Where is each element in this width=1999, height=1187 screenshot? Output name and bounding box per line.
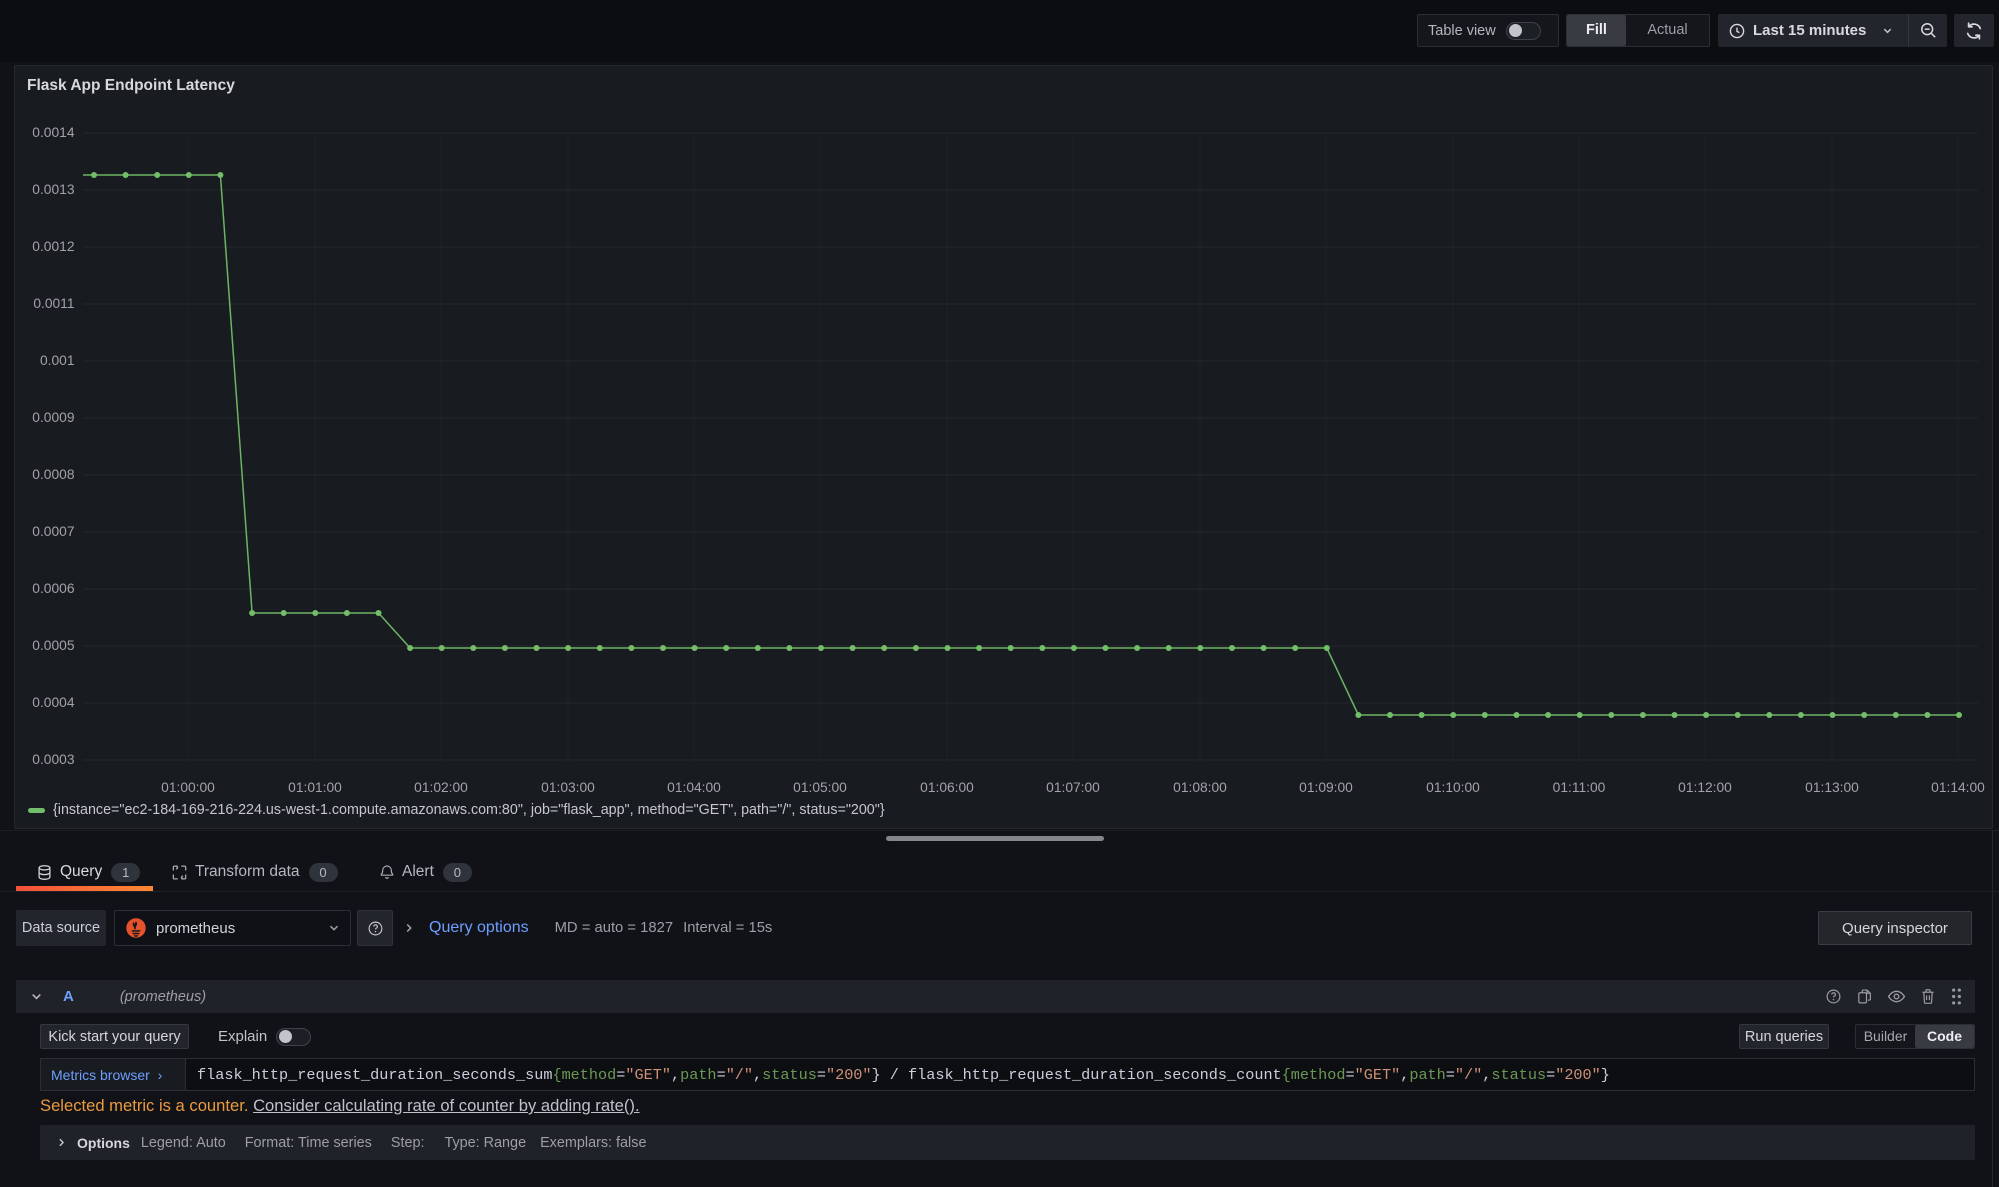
svg-text:0.0007: 0.0007 bbox=[32, 524, 74, 539]
svg-text:01:01:00: 01:01:00 bbox=[288, 780, 342, 795]
svg-text:0.0012: 0.0012 bbox=[32, 239, 74, 254]
svg-text:01:07:00: 01:07:00 bbox=[1046, 780, 1100, 795]
svg-text:0.0013: 0.0013 bbox=[32, 182, 75, 197]
svg-text:01:11:00: 01:11:00 bbox=[1553, 780, 1606, 795]
svg-text:0.0011: 0.0011 bbox=[33, 296, 74, 311]
svg-text:0.0008: 0.0008 bbox=[32, 467, 75, 482]
svg-text:0.0003: 0.0003 bbox=[32, 752, 75, 767]
svg-text:01:09:00: 01:09:00 bbox=[1299, 780, 1353, 795]
svg-text:01:14:00: 01:14:00 bbox=[1931, 780, 1985, 795]
svg-text:01:03:00: 01:03:00 bbox=[541, 780, 595, 795]
svg-text:0.0009: 0.0009 bbox=[32, 410, 75, 425]
svg-text:01:13:00: 01:13:00 bbox=[1805, 780, 1859, 795]
svg-text:01:05:00: 01:05:00 bbox=[793, 780, 847, 795]
svg-text:01:12:00: 01:12:00 bbox=[1678, 780, 1732, 795]
svg-text:0.0005: 0.0005 bbox=[32, 638, 75, 653]
svg-text:0.0006: 0.0006 bbox=[32, 581, 75, 596]
svg-text:0.0014: 0.0014 bbox=[32, 125, 75, 140]
svg-text:01:00:00: 01:00:00 bbox=[161, 780, 215, 795]
svg-text:01:08:00: 01:08:00 bbox=[1173, 780, 1227, 795]
svg-text:0.0004: 0.0004 bbox=[32, 695, 75, 710]
svg-text:01:10:00: 01:10:00 bbox=[1426, 780, 1480, 795]
svg-text:01:06:00: 01:06:00 bbox=[920, 780, 974, 795]
svg-text:01:04:00: 01:04:00 bbox=[667, 780, 721, 795]
svg-text:0.001: 0.001 bbox=[40, 353, 75, 368]
svg-text:01:02:00: 01:02:00 bbox=[414, 780, 468, 795]
